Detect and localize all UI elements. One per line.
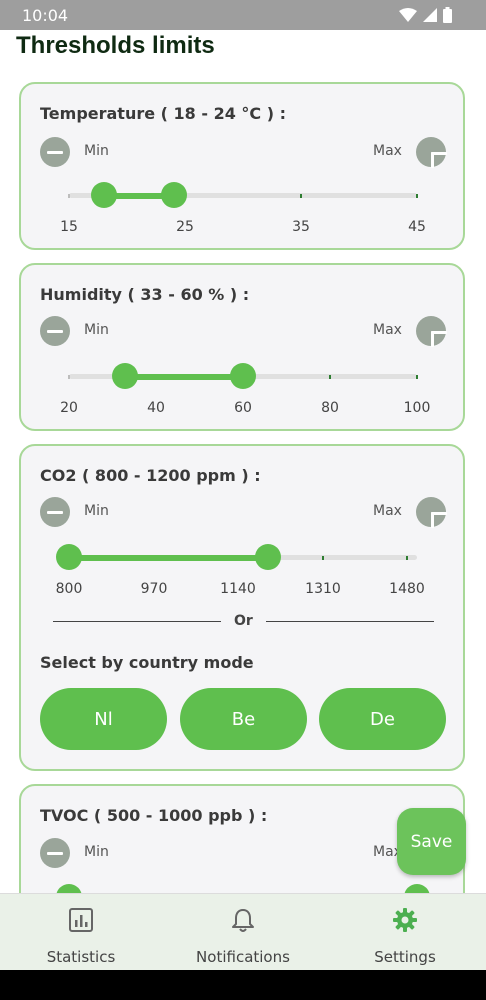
humidity-title: Humidity ( 33 - 60 % ) : <box>40 285 250 304</box>
humidity-tick-label: 100 <box>403 400 431 416</box>
humidity-min-thumb[interactable] <box>112 363 138 389</box>
status-icons <box>399 7 452 23</box>
co2-min-thumb[interactable] <box>56 544 82 570</box>
humidity-tick-label: 40 <box>147 400 165 416</box>
or-divider-left <box>53 621 221 622</box>
co2-max-label: Max <box>373 503 402 519</box>
co2-tick-label: 800 <box>55 581 83 597</box>
temperature-increase-button[interactable] <box>416 137 447 168</box>
humidity-max-thumb[interactable] <box>230 363 256 389</box>
co2-title: CO2 ( 800 - 1200 ppm ) : <box>40 466 261 485</box>
temperature-tick-label: 15 <box>60 219 78 235</box>
nav-statistics-label: Statistics <box>46 948 116 966</box>
temperature-tick-label: 25 <box>176 219 194 235</box>
co2-tick <box>406 556 408 560</box>
battery-icon <box>443 7 452 23</box>
nav-settings[interactable]: Settings <box>324 894 486 971</box>
co2-tick-label: 1140 <box>220 581 256 597</box>
tvoc-decrease-button[interactable] <box>40 838 70 868</box>
humidity-max-label: Max <box>373 322 402 338</box>
wifi-icon <box>399 8 417 22</box>
temperature-min-thumb[interactable] <box>91 182 117 208</box>
humidity-tick-label: 60 <box>234 400 252 416</box>
humidity-slider-fill <box>125 374 243 380</box>
co2-tick-label: 970 <box>140 581 168 597</box>
temperature-decrease-button[interactable] <box>40 137 70 167</box>
minus-icon <box>47 329 63 333</box>
country-mode-nl-button[interactable]: Nl <box>40 688 167 750</box>
temperature-tick <box>68 194 70 198</box>
minus-icon <box>47 851 63 855</box>
tvoc-min-label: Min <box>84 844 109 860</box>
humidity-tick-label: 20 <box>60 400 78 416</box>
co2-tick <box>322 556 324 560</box>
temperature-tick-label: 35 <box>292 219 310 235</box>
minus-icon <box>47 510 63 514</box>
gear-icon <box>393 908 417 932</box>
co2-tick-label: 1480 <box>389 581 425 597</box>
nav-statistics[interactable]: Statistics <box>0 894 162 971</box>
humidity-tick <box>416 375 418 379</box>
humidity-tick <box>68 375 70 379</box>
save-button[interactable]: Save <box>397 808 466 875</box>
temperature-max-thumb[interactable] <box>161 182 187 208</box>
humidity-decrease-button[interactable] <box>40 316 70 346</box>
nav-notifications[interactable]: Notifications <box>162 894 324 971</box>
co2-max-thumb[interactable] <box>255 544 281 570</box>
temperature-max-label: Max <box>373 143 402 159</box>
co2-min-label: Min <box>84 503 109 519</box>
status-bar: 10:04 <box>0 0 486 30</box>
co2-decrease-button[interactable] <box>40 497 70 527</box>
humidity-min-label: Min <box>84 322 109 338</box>
bottom-navigation: Statistics Notifications Settings <box>0 893 486 971</box>
co2-increase-button[interactable] <box>416 497 447 528</box>
nav-settings-label: Settings <box>374 948 436 966</box>
nav-notifications-label: Notifications <box>196 948 290 966</box>
bell-icon <box>232 909 254 932</box>
co2-card: CO2 ( 800 - 1200 ppm ) : Min Max 800 970… <box>19 444 465 771</box>
signal-icon <box>423 8 437 22</box>
bar-chart-icon <box>69 908 93 932</box>
minus-icon <box>47 150 63 154</box>
temperature-title: Temperature ( 18 - 24 °C ) : <box>40 104 287 123</box>
tvoc-title: TVOC ( 500 - 1000 ppb ) : <box>40 806 268 825</box>
country-mode-title: Select by country mode <box>40 653 254 672</box>
temperature-min-label: Min <box>84 143 109 159</box>
temperature-tick <box>300 194 302 198</box>
humidity-tick-label: 80 <box>321 400 339 416</box>
temperature-card: Temperature ( 18 - 24 °C ) : Min Max 15 … <box>19 82 465 250</box>
system-navigation-bar <box>0 970 486 1000</box>
or-text: Or <box>234 613 253 629</box>
or-divider-right <box>266 621 434 622</box>
temperature-tick <box>416 194 418 198</box>
page-title: Thresholds limits <box>16 32 215 59</box>
co2-slider-fill <box>69 555 268 561</box>
country-mode-be-button[interactable]: Be <box>180 688 307 750</box>
temperature-tick-label: 45 <box>408 219 426 235</box>
humidity-card: Humidity ( 33 - 60 % ) : Min Max 20 40 6… <box>19 263 465 431</box>
humidity-tick <box>329 375 331 379</box>
status-time: 10:04 <box>22 6 69 25</box>
co2-tick-label: 1310 <box>305 581 341 597</box>
country-mode-de-button[interactable]: De <box>319 688 446 750</box>
humidity-increase-button[interactable] <box>416 316 447 347</box>
